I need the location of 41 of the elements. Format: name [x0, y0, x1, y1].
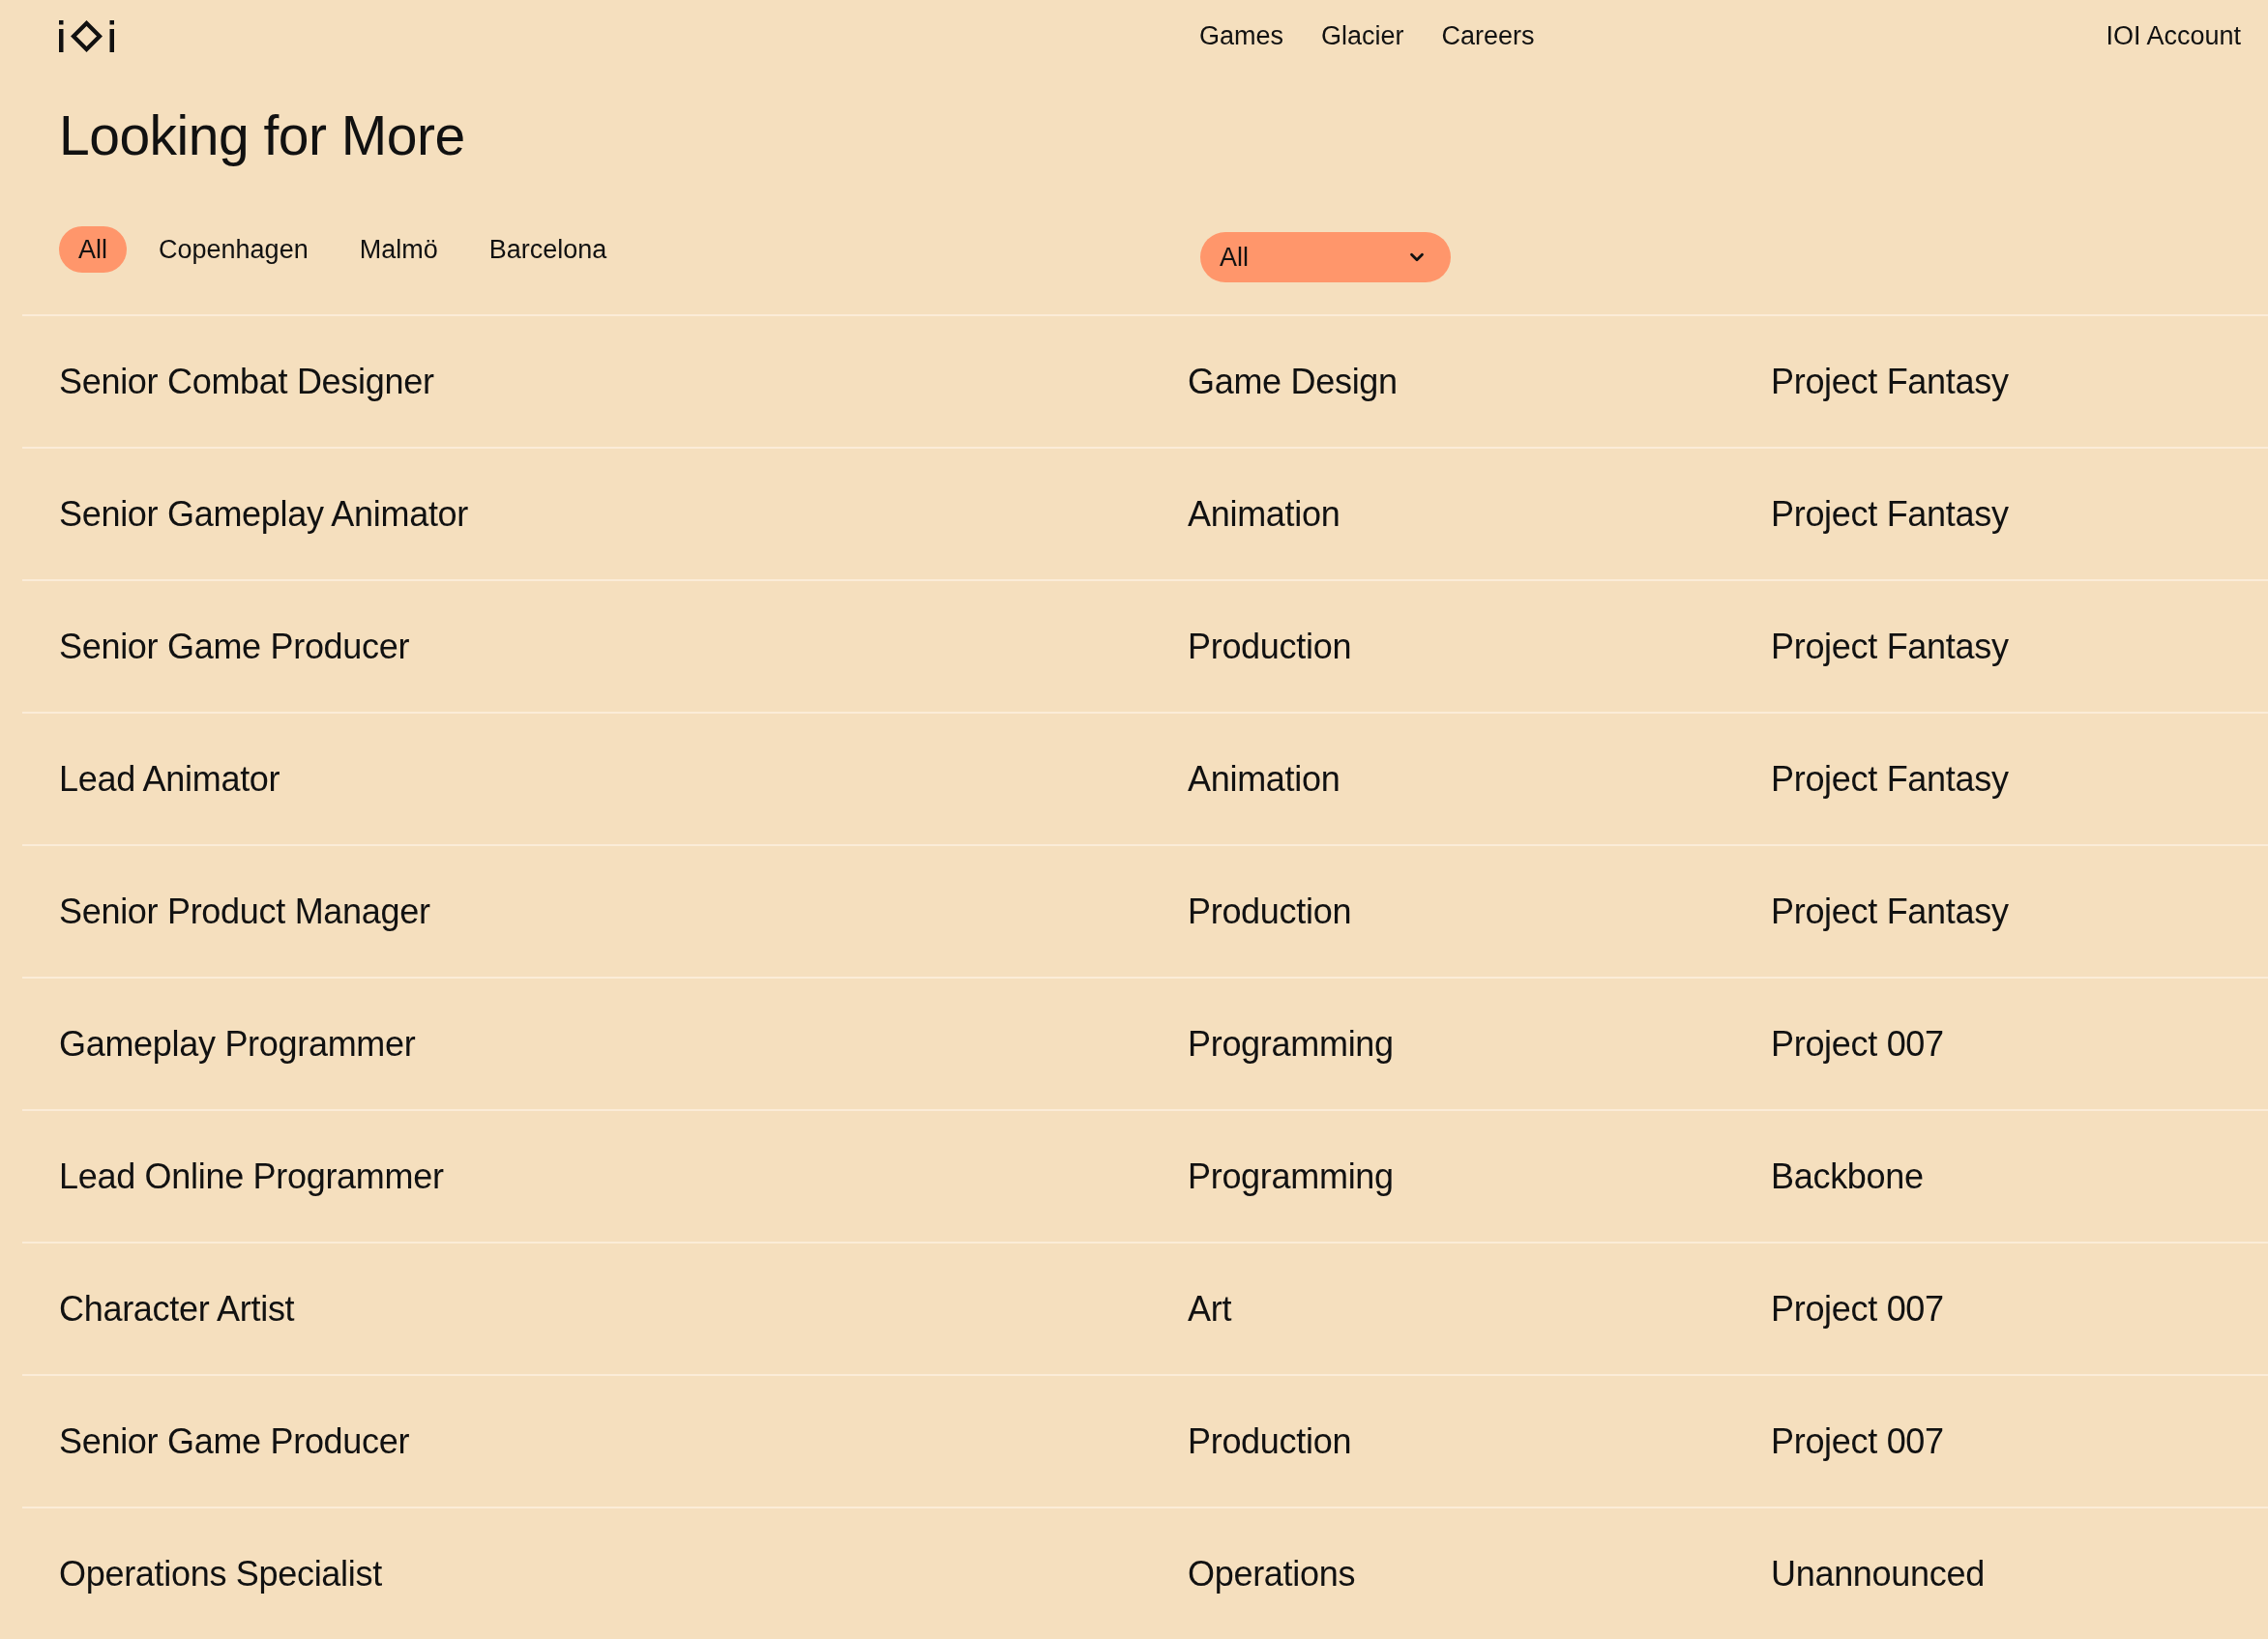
nav-link[interactable]: Games [1199, 22, 1284, 49]
department-text: Production [1188, 893, 1353, 929]
job-title-link[interactable]: Senior Game Producer [59, 629, 1188, 664]
department-text: Operations [1188, 1556, 1357, 1592]
location-tab[interactable]: Barcelona [469, 226, 627, 273]
department-text: Programming [1188, 1158, 1395, 1194]
department-text: Animation [1188, 761, 1341, 797]
project-text: Project 007 [1771, 1026, 1945, 1062]
project-text: Project Fantasy [1771, 364, 2010, 399]
department-text: Art [1188, 1291, 1233, 1327]
category-select[interactable]: All [1200, 232, 1451, 282]
project-text: Project 007 [1771, 1423, 1945, 1459]
project-text: Project Fantasy [1771, 629, 2010, 664]
project-text: Project Fantasy [1771, 893, 2010, 929]
department-text: Game Design [1188, 364, 1399, 399]
location-tab[interactable]: Malmö [339, 226, 457, 273]
page-heading: Looking for More [58, 103, 466, 168]
job-title-link[interactable]: Operations Specialist [59, 1556, 1188, 1592]
project-text: Project Fantasy [1771, 496, 2010, 532]
department-text: Production [1188, 1423, 1353, 1459]
logo-icon[interactable] [59, 19, 114, 52]
department-text: Programming [1188, 1026, 1395, 1062]
job-title-link[interactable]: Lead Animator [59, 761, 1188, 797]
location-tab[interactable]: Copenhagen [139, 226, 328, 273]
project-text: Project 007 [1771, 1291, 1945, 1327]
job-title-link[interactable]: Senior Gameplay Animator [59, 496, 1188, 532]
account-link[interactable]: IOI Account [2106, 22, 2241, 49]
job-title-link[interactable]: Senior Product Manager [59, 893, 1188, 929]
project-text: Unannounced [1771, 1556, 1986, 1592]
job-title-link[interactable]: Lead Online Programmer [59, 1158, 1188, 1194]
department-text: Animation [1188, 496, 1341, 532]
job-title-link[interactable]: Senior Game Producer [59, 1423, 1188, 1459]
job-title-link[interactable]: Senior Combat Designer [59, 364, 1188, 399]
department-text: Production [1188, 629, 1353, 664]
project-text: Project Fantasy [1771, 761, 2010, 797]
nav-link[interactable]: Glacier [1321, 22, 1404, 49]
job-title-link[interactable]: Gameplay Programmer [59, 1026, 1188, 1062]
project-text: Backbone [1771, 1158, 1925, 1194]
nav-link[interactable]: Careers [1441, 22, 1535, 49]
job-title-link[interactable]: Character Artist [59, 1291, 1188, 1327]
location-tab[interactable]: All [59, 226, 127, 273]
